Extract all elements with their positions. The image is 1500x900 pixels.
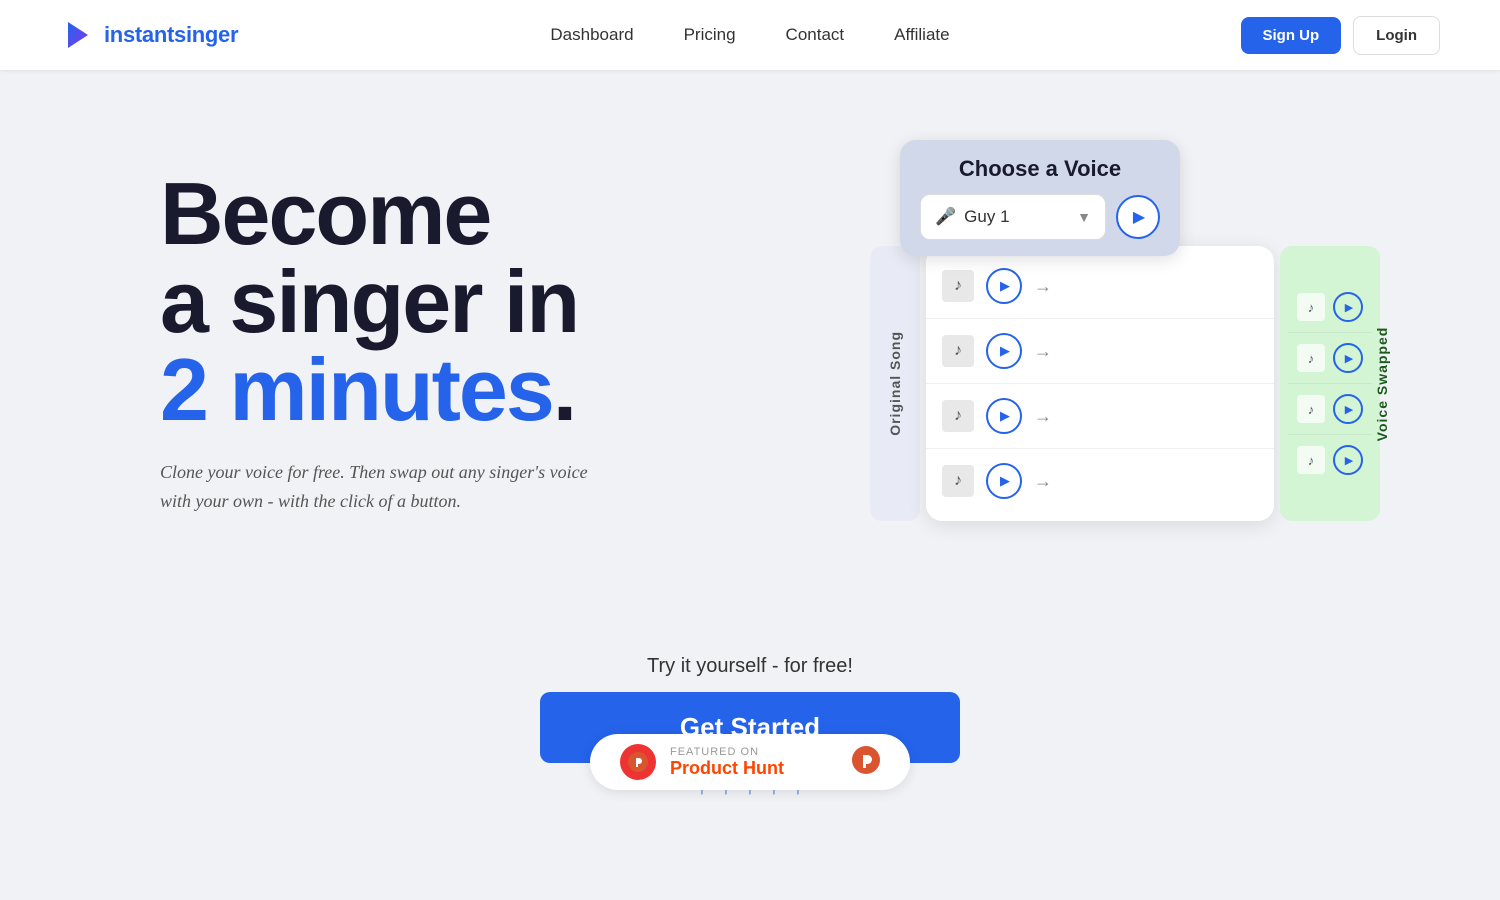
song-row: ♪ ▶ → — [926, 254, 1274, 319]
product-hunt-badge-icon — [852, 746, 880, 779]
navbar: instantsinger Dashboard Pricing Contact … — [0, 0, 1500, 70]
logo-icon — [60, 18, 94, 52]
logo[interactable]: instantsinger — [60, 18, 238, 52]
play-icon: ▶ — [1345, 352, 1353, 365]
product-hunt-icon — [620, 744, 656, 780]
song-row: ♪ ▶ → — [926, 319, 1274, 384]
swapped-play-button[interactable]: ▶ — [1333, 343, 1363, 373]
song-play-button[interactable]: ▶ — [986, 463, 1022, 499]
arrow-icon: → — [1034, 341, 1052, 362]
play-icon: ▶ — [1000, 278, 1010, 294]
song-play-button[interactable]: ▶ — [986, 333, 1022, 369]
chevron-down-icon: ▼ — [1077, 209, 1091, 225]
choose-voice-card: Choose a Voice 🎤 Guy 1 ▼ ▶ — [900, 140, 1180, 256]
logo-text: instantsinger — [104, 22, 238, 48]
voice-swapped-col: ♪ ▶ ♪ ▶ ♪ — [1280, 246, 1380, 521]
swapped-row: ♪ ▶ — [1288, 384, 1372, 435]
voice-name: Guy 1 — [964, 207, 1009, 227]
song-thumbnail: ♪ — [942, 270, 974, 302]
voice-swapped-label: Voice Swapped — [1374, 326, 1390, 441]
hero-subtitle: Clone your voice for free. Then swap out… — [160, 458, 620, 516]
hero-title: Become a singer in 2 minutes. — [160, 170, 860, 434]
song-thumbnail: ♪ — [942, 335, 974, 367]
cta-label: Try it yourself - for free! — [647, 655, 853, 678]
nav-link-dashboard[interactable]: Dashboard — [550, 25, 633, 44]
featured-name: Product Hunt — [670, 758, 784, 779]
song-row: ♪ ▶ → — [926, 384, 1274, 449]
play-icon: ▶ — [1000, 473, 1010, 489]
songs-card: ♪ ▶ → ♪ ▶ → ♪ ▶ — [926, 246, 1274, 521]
play-icon: ▶ — [1000, 408, 1010, 424]
swapped-row: ♪ ▶ — [1288, 435, 1372, 485]
original-song-label: Original Song — [887, 331, 903, 436]
login-button[interactable]: Login — [1353, 16, 1440, 55]
song-row: ♪ ▶ → — [926, 449, 1274, 513]
nav-actions: Sign Up Login — [1241, 16, 1441, 55]
arrow-icon: → — [1034, 276, 1052, 297]
swapped-row: ♪ ▶ — [1288, 333, 1372, 384]
swapped-row: ♪ ▶ — [1288, 282, 1372, 333]
original-song-col: Original Song — [870, 246, 920, 521]
arrow-icon: → — [1034, 406, 1052, 427]
choose-voice-title: Choose a Voice — [920, 156, 1160, 182]
swapped-play-button[interactable]: ▶ — [1333, 445, 1363, 475]
song-thumbnail: ♪ — [942, 465, 974, 497]
voice-dropdown-label: 🎤 Guy 1 — [935, 207, 1010, 227]
swapped-thumbnail: ♪ — [1297, 344, 1325, 372]
featured-prefix: FEATURED ON — [670, 746, 784, 758]
play-icon: ▶ — [1133, 207, 1145, 227]
song-play-button[interactable]: ▶ — [986, 398, 1022, 434]
voice-preview-play-button[interactable]: ▶ — [1116, 195, 1160, 239]
songs-table-wrapper: Original Song ♪ ▶ → ♪ ▶ → — [870, 246, 1380, 521]
play-icon: ▶ — [1000, 343, 1010, 359]
play-icon: ▶ — [1345, 301, 1353, 314]
voice-emoji: 🎤 — [935, 207, 956, 227]
arrow-icon: → — [1034, 471, 1052, 492]
hero-section: Become a singer in 2 minutes. Clone your… — [0, 70, 1500, 900]
voice-selector: 🎤 Guy 1 ▼ ▶ — [920, 194, 1160, 240]
nav-link-affiliate[interactable]: Affiliate — [894, 25, 949, 44]
play-icon: ▶ — [1345, 454, 1353, 467]
nav-link-contact[interactable]: Contact — [786, 25, 845, 44]
swapped-play-button[interactable]: ▶ — [1333, 394, 1363, 424]
signup-button[interactable]: Sign Up — [1241, 17, 1342, 54]
song-thumbnail: ♪ — [942, 400, 974, 432]
hero-left: Become a singer in 2 minutes. Clone your… — [160, 130, 860, 516]
swapped-thumbnail: ♪ — [1297, 395, 1325, 423]
swapped-rows: ♪ ▶ ♪ ▶ ♪ — [1288, 282, 1372, 485]
song-play-button[interactable]: ▶ — [986, 268, 1022, 304]
play-icon: ▶ — [1345, 403, 1353, 416]
voice-dropdown[interactable]: 🎤 Guy 1 ▼ — [920, 194, 1106, 240]
hero-right: Choose a Voice 🎤 Guy 1 ▼ ▶ Original Song — [860, 130, 1380, 521]
swapped-thumbnail: ♪ — [1297, 446, 1325, 474]
cta-area: Try it yourself - for free! Get Started … — [0, 655, 1500, 800]
nav-links: Dashboard Pricing Contact Affiliate — [550, 25, 949, 45]
swapped-play-button[interactable]: ▶ — [1333, 292, 1363, 322]
nav-link-pricing[interactable]: Pricing — [684, 25, 736, 44]
swapped-thumbnail: ♪ — [1297, 293, 1325, 321]
featured-text-group: FEATURED ON Product Hunt — [670, 746, 784, 779]
featured-badge: FEATURED ON Product Hunt — [590, 734, 910, 790]
